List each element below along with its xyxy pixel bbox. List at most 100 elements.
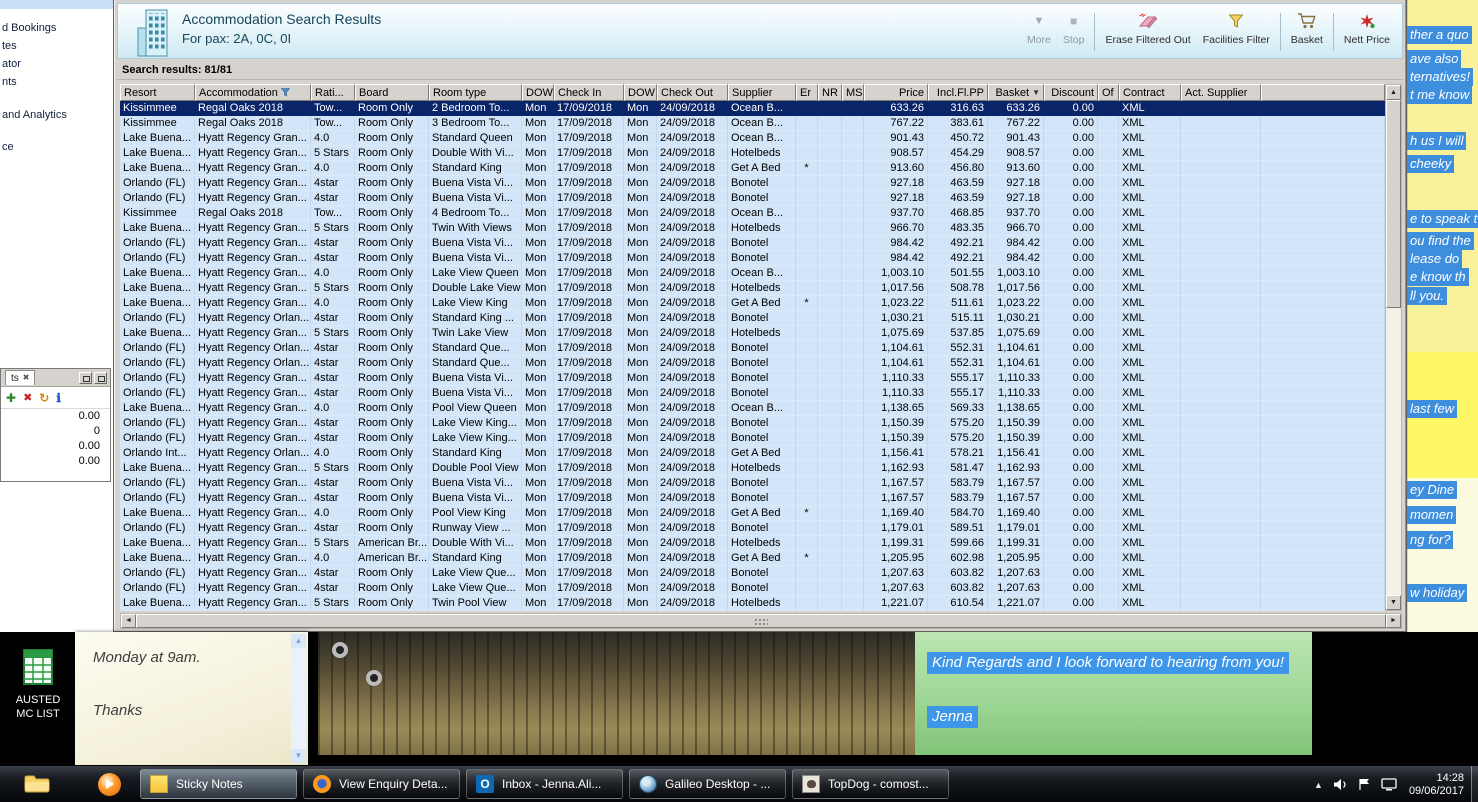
table-cell[interactable]: 17/09/2018 [554,371,624,386]
table-cell[interactable]: XML [1119,386,1181,401]
table-cell[interactable]: Mon [624,101,657,116]
table-cell[interactable]: 24/09/2018 [657,461,728,476]
table-cell[interactable] [1181,191,1261,206]
table-cell[interactable]: Room Only [355,206,429,221]
table-cell[interactable]: Orlando (FL) [120,476,195,491]
table-cell[interactable]: 0.00 [1044,521,1098,536]
table-cell[interactable] [796,146,818,161]
taskbar-button[interactable]: View Enquiry Deta... [303,769,460,799]
table-cell[interactable]: 4.0 [311,551,355,566]
table-cell[interactable] [1098,266,1119,281]
table-cell[interactable]: 927.18 [864,176,928,191]
table-cell[interactable]: 1,150.39 [864,431,928,446]
nett-price-button[interactable]: Nett Price [1338,7,1396,57]
table-cell[interactable] [1098,206,1119,221]
column-header[interactable]: Price [864,84,928,101]
table-cell[interactable]: 24/09/2018 [657,296,728,311]
table-cell[interactable] [1261,356,1385,371]
table-cell[interactable]: 575.20 [928,431,988,446]
table-cell[interactable] [1098,176,1119,191]
taskbar-button[interactable]: Galileo Desktop - ... [629,769,786,799]
table-cell[interactable]: Mon [624,566,657,581]
table-cell[interactable] [796,461,818,476]
table-cell[interactable] [796,311,818,326]
table-cell[interactable]: 316.63 [928,101,988,116]
column-header[interactable]: Resort [120,84,195,101]
table-cell[interactable] [842,371,864,386]
table-cell[interactable] [1261,446,1385,461]
table-cell[interactable] [1181,386,1261,401]
table-cell[interactable] [842,416,864,431]
table-cell[interactable] [818,446,842,461]
table-cell[interactable]: 1,104.61 [864,356,928,371]
table-cell[interactable]: Hyatt Regency Gran... [195,326,311,341]
table-cell[interactable] [1261,146,1385,161]
table-cell[interactable]: 1,075.69 [988,326,1044,341]
table-cell[interactable] [1261,326,1385,341]
table-cell[interactable]: Kissimmee [120,116,195,131]
table-cell[interactable]: Room Only [355,491,429,506]
table-cell[interactable]: Ocean B... [728,131,796,146]
table-cell[interactable] [1261,521,1385,536]
table-cell[interactable]: 5 Stars [311,281,355,296]
table-row[interactable]: Lake Buena... Hyatt Regency Gran... 5 Star… [120,536,1385,551]
display-icon[interactable] [1381,778,1397,791]
table-cell[interactable] [796,566,818,581]
table-cell[interactable]: 5 Stars [311,326,355,341]
table-cell[interactable] [1098,371,1119,386]
table-cell[interactable]: 24/09/2018 [657,161,728,176]
table-cell[interactable]: 17/09/2018 [554,131,624,146]
table-cell[interactable]: Pool View King [429,506,522,521]
column-header[interactable]: Discount [1044,84,1098,101]
table-cell[interactable]: Buena Vista Vi... [429,371,522,386]
table-cell[interactable]: Hyatt Regency Gran... [195,476,311,491]
table-row[interactable]: Lake Buena... Hyatt Regency Gran... 4.0 Roo… [120,161,1385,176]
table-cell[interactable]: 4star [311,191,355,206]
table-cell[interactable] [818,326,842,341]
table-cell[interactable] [1098,476,1119,491]
table-cell[interactable]: XML [1119,431,1181,446]
table-cell[interactable]: Lake View Que... [429,566,522,581]
table-cell[interactable]: * [796,296,818,311]
table-cell[interactable] [1261,191,1385,206]
table-cell[interactable]: 1,179.01 [864,521,928,536]
table-cell[interactable]: 4star [311,356,355,371]
table-cell[interactable]: XML [1119,146,1181,161]
table-cell[interactable]: XML [1119,371,1181,386]
table-cell[interactable]: Mon [522,566,554,581]
table-cell[interactable] [1181,371,1261,386]
table-cell[interactable] [818,161,842,176]
table-cell[interactable]: XML [1119,101,1181,116]
table-cell[interactable]: 1,156.41 [988,446,1044,461]
table-cell[interactable]: 0.00 [1044,491,1098,506]
table-cell[interactable] [1181,131,1261,146]
table-cell[interactable]: Bonotel [728,476,796,491]
table-cell[interactable]: Hyatt Regency Gran... [195,251,311,266]
table-cell[interactable]: Bonotel [728,191,796,206]
table-cell[interactable]: 1,221.07 [864,596,928,611]
table-cell[interactable]: 1,207.63 [864,566,928,581]
table-cell[interactable]: 17/09/2018 [554,161,624,176]
table-cell[interactable]: XML [1119,221,1181,236]
table-cell[interactable] [1181,251,1261,266]
table-cell[interactable]: Lake Buena... [120,596,195,611]
table-cell[interactable]: Mon [522,161,554,176]
table-cell[interactable]: Mon [624,596,657,611]
table-cell[interactable] [1181,341,1261,356]
table-cell[interactable]: Hotelbeds [728,461,796,476]
table-cell[interactable]: Bonotel [728,371,796,386]
table-row[interactable]: Lake Buena... Hyatt Regency Gran... 5 Star… [120,326,1385,341]
table-cell[interactable] [842,131,864,146]
table-cell[interactable]: 1,104.61 [988,341,1044,356]
table-cell[interactable]: XML [1119,521,1181,536]
table-cell[interactable] [818,401,842,416]
table-cell[interactable] [1261,491,1385,506]
table-cell[interactable]: 17/09/2018 [554,431,624,446]
table-cell[interactable]: Mon [624,461,657,476]
table-cell[interactable]: 24/09/2018 [657,281,728,296]
table-cell[interactable] [842,101,864,116]
table-cell[interactable]: XML [1119,326,1181,341]
table-cell[interactable]: Hyatt Regency Gran... [195,536,311,551]
table-cell[interactable]: 17/09/2018 [554,146,624,161]
table-cell[interactable]: 4star [311,251,355,266]
